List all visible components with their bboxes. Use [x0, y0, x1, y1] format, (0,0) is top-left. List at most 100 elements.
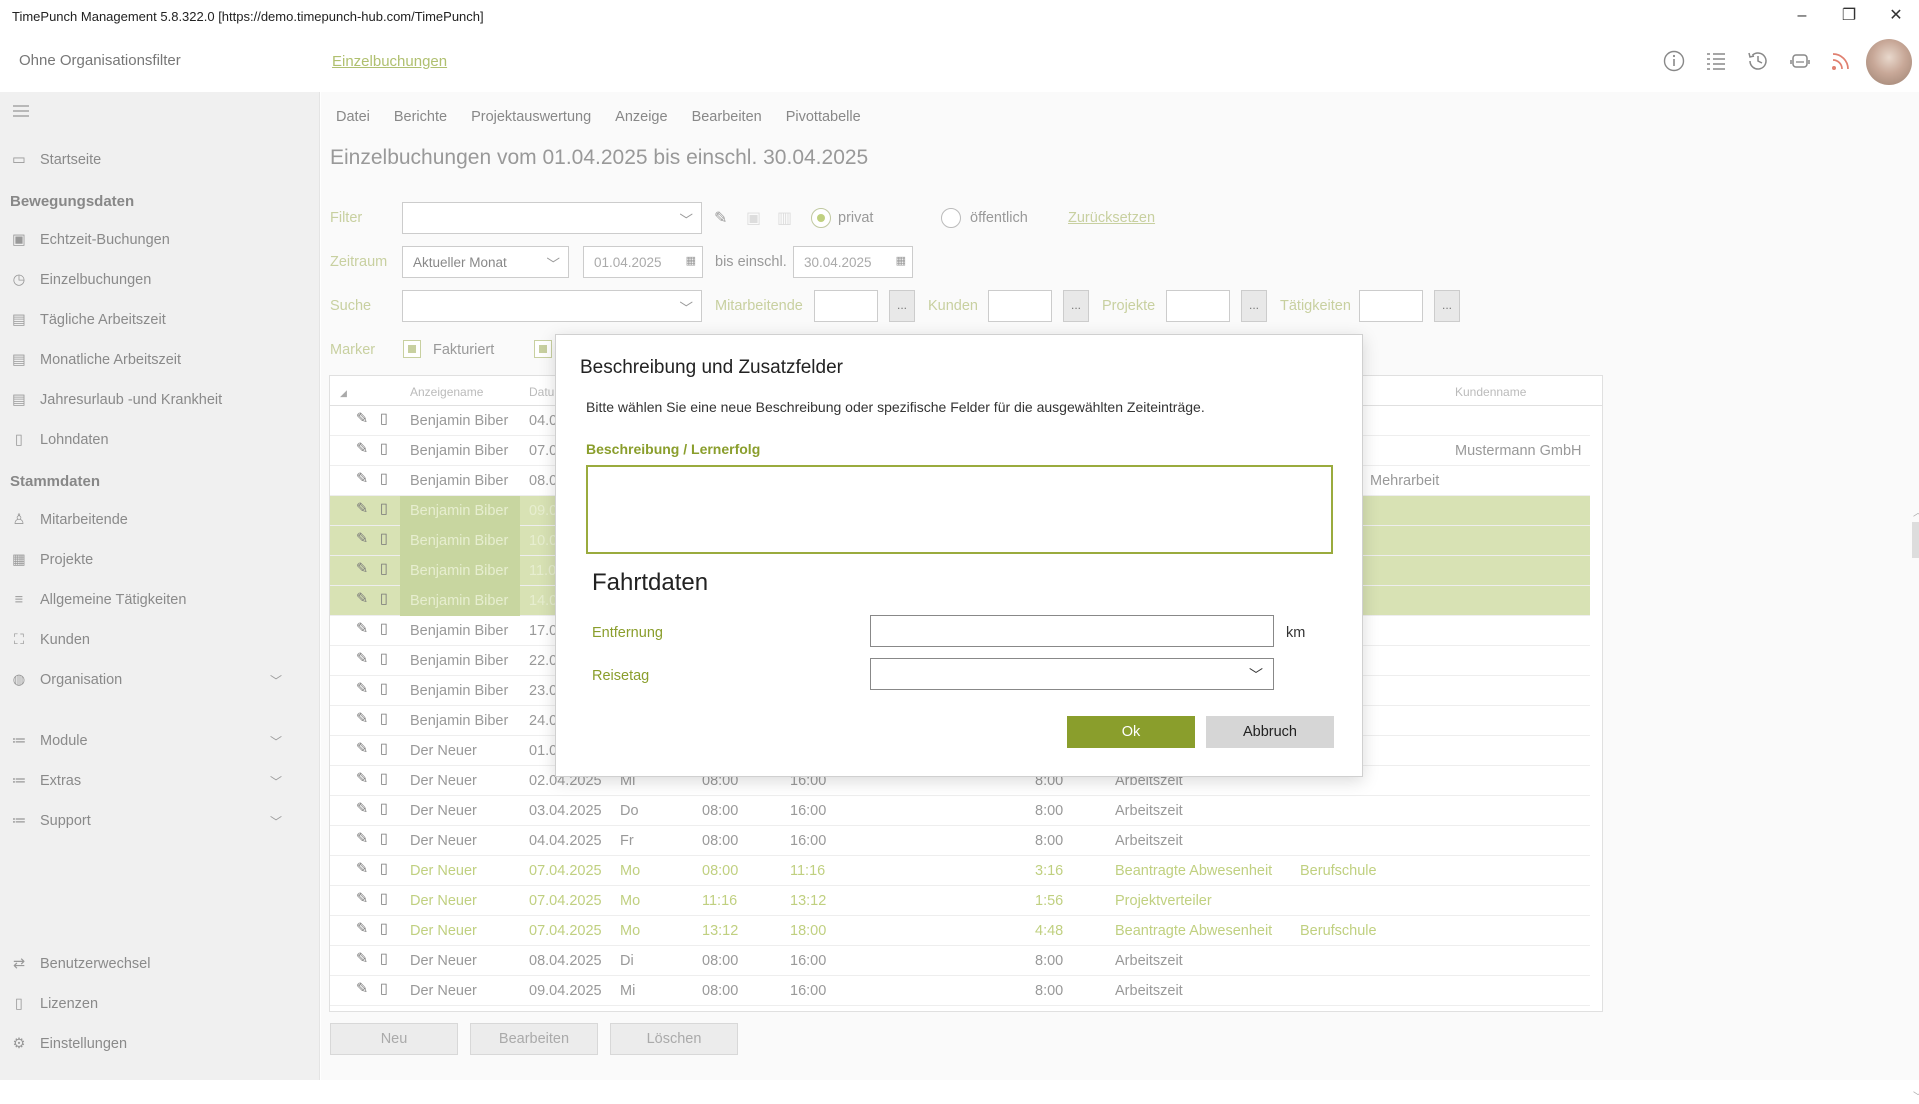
- col-kundenname[interactable]: Kundenname: [1455, 385, 1526, 399]
- edit-row-icon[interactable]: ✎: [356, 831, 368, 847]
- table-row[interactable]: ✎ ▯ Der Neuer 07.04.2025 Mo 08:00 11:16 3:16 Bea…: [330, 856, 1590, 886]
- user-avatar[interactable]: [1866, 39, 1912, 85]
- rss-icon[interactable]: [1826, 46, 1856, 76]
- sidebar-item-benutzerwechsel[interactable]: ⇄ Benutzerwechsel: [10, 952, 151, 976]
- edit-row-icon[interactable]: ✎: [356, 861, 368, 877]
- bookmark-icon[interactable]: ▯: [380, 711, 388, 727]
- org-filter[interactable]: Ohne Organisationsfilter: [19, 52, 181, 69]
- taetigkeiten-input[interactable]: [1359, 290, 1423, 322]
- edit-row-icon[interactable]: ✎: [356, 621, 368, 637]
- bookmark-icon[interactable]: ▯: [380, 621, 388, 637]
- sidebar-item-taegliche[interactable]: ▤ Tägliche Arbeitszeit: [10, 308, 166, 332]
- sidebar-item-einstellungen[interactable]: ⚙ Einstellungen: [10, 1032, 128, 1056]
- edit-row-icon[interactable]: ✎: [356, 741, 368, 757]
- save-filter-icon[interactable]: ▣: [746, 208, 761, 228]
- ok-button[interactable]: Ok: [1067, 716, 1195, 748]
- search-select[interactable]: ﹀: [402, 290, 702, 322]
- edit-row-icon[interactable]: ✎: [356, 681, 368, 697]
- bookmark-icon[interactable]: ▯: [380, 741, 388, 757]
- table-row[interactable]: ✎ ▯ Der Neuer 04.04.2025 Fr 08:00 16:00 8:00 Arb…: [330, 826, 1590, 856]
- projekte-picker-button[interactable]: ...: [1241, 290, 1267, 322]
- zeitraum-select[interactable]: Aktueller Monat ﹀: [402, 246, 569, 278]
- bookmark-icon[interactable]: ▯: [380, 891, 388, 907]
- menu-bearbeiten[interactable]: Bearbeiten: [692, 109, 762, 125]
- col-anzeigename[interactable]: Anzeigename: [410, 385, 483, 399]
- table-row[interactable]: ✎ ▯ Der Neuer 07.04.2025 Mo 11:16 13:12 1:56 Pro…: [330, 886, 1590, 916]
- bookmark-icon[interactable]: ▯: [380, 981, 388, 997]
- kunden-picker-button[interactable]: ...: [1063, 290, 1089, 322]
- privat-radio[interactable]: [811, 208, 831, 228]
- sidebar-item-lohndaten[interactable]: ▯ Lohndaten: [10, 428, 109, 452]
- reisetag-select[interactable]: ﹀: [870, 658, 1274, 690]
- sidebar-item-startseite[interactable]: ▭ Startseite: [10, 148, 101, 172]
- hamburger-menu-icon[interactable]: [12, 104, 30, 123]
- menu-datei[interactable]: Datei: [336, 109, 370, 125]
- info-icon[interactable]: [1659, 46, 1689, 76]
- edit-row-icon[interactable]: ✎: [356, 981, 368, 997]
- table-row[interactable]: ✎ ▯ Der Neuer 09.04.2025 Mi 08:00 16:00 8:00 Arb…: [330, 976, 1590, 1006]
- edit-row-icon[interactable]: ✎: [356, 801, 368, 817]
- sidebar-item-monatliche[interactable]: ▤ Monatliche Arbeitszeit: [10, 348, 181, 372]
- support-agent-icon[interactable]: [1785, 46, 1815, 76]
- restore-button[interactable]: ❐: [1829, 4, 1869, 28]
- sidebar-item-einzelbuchungen[interactable]: ◷ Einzelbuchungen: [10, 268, 152, 292]
- neu-button[interactable]: Neu: [330, 1023, 458, 1055]
- loeschen-button[interactable]: Löschen: [610, 1023, 738, 1055]
- bookmark-icon[interactable]: ▯: [380, 501, 388, 517]
- edit-row-icon[interactable]: ✎: [356, 561, 368, 577]
- edit-row-icon[interactable]: ✎: [356, 771, 368, 787]
- abbruch-button[interactable]: Abbruch: [1206, 716, 1334, 748]
- edit-row-icon[interactable]: ✎: [356, 531, 368, 547]
- mitarbeitende-input[interactable]: [814, 290, 878, 322]
- breadcrumb[interactable]: Einzelbuchungen: [332, 53, 447, 70]
- grid-scrollbar[interactable]: ︿ ﹀: [1910, 504, 1919, 1104]
- reset-link[interactable]: Zurücksetzen: [1068, 210, 1155, 226]
- sidebar-item-jahresurlaub[interactable]: ▤ Jahresurlaub -und Krankheit: [10, 388, 222, 412]
- close-button[interactable]: ✕: [1876, 4, 1916, 28]
- table-row[interactable]: ✎ ▯ Der Neuer 08.04.2025 Di 08:00 16:00 8:00 Arb…: [330, 946, 1590, 976]
- to-date-input[interactable]: 30.04.2025 ▦: [793, 246, 913, 278]
- sidebar-item-projekte[interactable]: ▦ Projekte: [10, 548, 93, 572]
- bookmark-icon[interactable]: ▯: [380, 681, 388, 697]
- sidebar-item-taetigkeiten[interactable]: ≡ Allgemeine Tätigkeiten: [10, 588, 187, 612]
- bookmark-icon[interactable]: ▯: [380, 411, 388, 427]
- edit-row-icon[interactable]: ✎: [356, 441, 368, 457]
- sidebar-item-kunden[interactable]: ⛶ Kunden: [10, 628, 90, 652]
- edit-row-icon[interactable]: ✎: [356, 501, 368, 517]
- bookmark-icon[interactable]: ▯: [380, 921, 388, 937]
- bookmark-icon[interactable]: ▯: [380, 801, 388, 817]
- edit-filter-icon[interactable]: ✎: [714, 208, 727, 228]
- edit-row-icon[interactable]: ✎: [356, 951, 368, 967]
- edit-row-icon[interactable]: ✎: [356, 921, 368, 937]
- scroll-down-icon[interactable]: ﹀: [1913, 1088, 1919, 1103]
- kunden-input[interactable]: [988, 290, 1052, 322]
- table-row[interactable]: ✎ ▯ Der Neuer 03.04.2025 Do 08:00 16:00 8:00 Arb…: [330, 796, 1590, 826]
- table-row[interactable]: ✎ ▯ Der Neuer 07.04.2025 Mo 13:12 18:00 4:48 Bea…: [330, 916, 1590, 946]
- bookmark-icon[interactable]: ▯: [380, 531, 388, 547]
- menu-projektauswertung[interactable]: Projektauswertung: [471, 109, 591, 125]
- filter-select[interactable]: ﹀: [402, 202, 702, 234]
- list-icon[interactable]: [1701, 46, 1731, 76]
- edit-row-icon[interactable]: ✎: [356, 471, 368, 487]
- bookmark-icon[interactable]: ▯: [380, 591, 388, 607]
- sidebar-item-extras[interactable]: ≔ Extras ﹀: [10, 769, 300, 793]
- sidebar-item-organisation[interactable]: ◍ Organisation ﹀: [10, 668, 300, 692]
- description-textarea[interactable]: [586, 465, 1333, 554]
- sidebar-item-echtzeit[interactable]: ▣ Echtzeit-Buchungen: [10, 228, 170, 252]
- edit-row-icon[interactable]: ✎: [356, 651, 368, 667]
- bookmark-icon[interactable]: ▯: [380, 471, 388, 487]
- sidebar-item-lizenzen[interactable]: ▯ Lizenzen: [10, 992, 98, 1016]
- taetigkeiten-picker-button[interactable]: ...: [1434, 290, 1460, 322]
- fakturiert-checkbox[interactable]: [403, 340, 421, 358]
- menu-anzeige[interactable]: Anzeige: [615, 109, 667, 125]
- minimize-button[interactable]: –: [1782, 4, 1822, 28]
- bookmark-icon[interactable]: ▯: [380, 831, 388, 847]
- entfernung-input[interactable]: [870, 615, 1274, 647]
- edit-row-icon[interactable]: ✎: [356, 711, 368, 727]
- bearbeiten-button[interactable]: Bearbeiten: [470, 1023, 598, 1055]
- sidebar-item-module[interactable]: ≔ Module ﹀: [10, 729, 300, 753]
- mitarbeitende-picker-button[interactable]: ...: [889, 290, 915, 322]
- bookmark-icon[interactable]: ▯: [380, 441, 388, 457]
- edit-row-icon[interactable]: ✎: [356, 891, 368, 907]
- delete-filter-icon[interactable]: ▥: [777, 208, 792, 228]
